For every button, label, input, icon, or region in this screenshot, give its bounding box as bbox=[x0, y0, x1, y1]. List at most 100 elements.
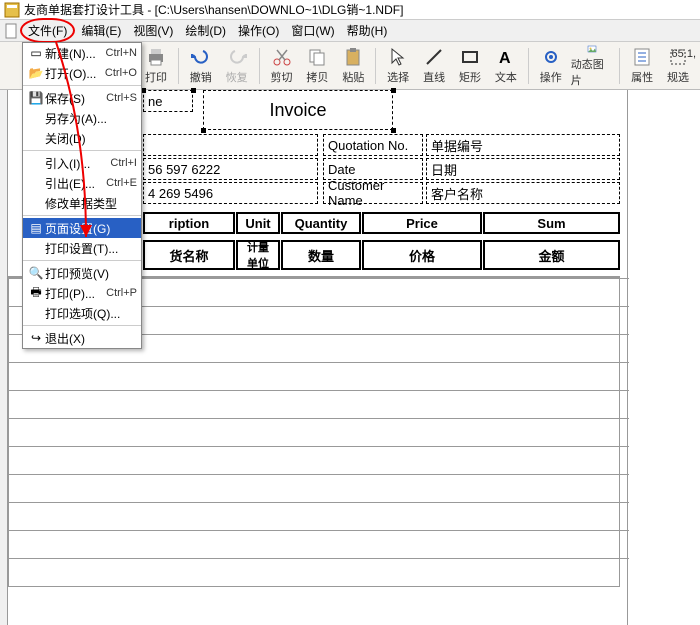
doc-icon bbox=[4, 23, 20, 39]
action-button[interactable]: 操作 bbox=[535, 44, 567, 88]
paste-icon bbox=[343, 47, 363, 67]
menu-edit[interactable]: 编辑(E) bbox=[75, 20, 127, 41]
open-icon: 📂 bbox=[27, 66, 45, 80]
col-unit-zh[interactable]: 计量单位 bbox=[236, 240, 280, 270]
menu-item[interactable]: 引入(I)...Ctrl+I bbox=[23, 153, 141, 173]
col-price-zh[interactable]: 价格 bbox=[362, 240, 482, 270]
col-price-en[interactable]: Price bbox=[362, 212, 482, 234]
cut-button[interactable]: 剪切 bbox=[266, 44, 298, 88]
save-icon: 💾 bbox=[27, 91, 45, 105]
undo-button[interactable]: 撤销 bbox=[185, 44, 217, 88]
menu-item[interactable]: 关闭(D) bbox=[23, 128, 141, 148]
menu-item[interactable]: 🔍打印预览(V) bbox=[23, 263, 141, 283]
menu-item[interactable]: ▤页面设置(G) bbox=[23, 218, 141, 238]
menu-item-label: 引入(I)... bbox=[45, 155, 110, 172]
quotation-no-zh[interactable]: 单据编号 bbox=[426, 134, 620, 156]
customer-zh[interactable]: 客户名称 bbox=[426, 182, 620, 204]
menu-window[interactable]: 窗口(W) bbox=[285, 20, 340, 41]
menu-item-shortcut: Ctrl+N bbox=[106, 47, 137, 59]
table-row[interactable] bbox=[9, 502, 629, 530]
table-row[interactable] bbox=[9, 474, 629, 502]
col-desc-zh[interactable]: 货名称 bbox=[143, 240, 235, 270]
table-row[interactable] bbox=[9, 418, 629, 446]
menu-item[interactable]: 另存为(A)... bbox=[23, 108, 141, 128]
col-sum-en[interactable]: Sum bbox=[483, 212, 620, 234]
col-qty-zh[interactable]: 数量 bbox=[281, 240, 361, 270]
phone1-field[interactable]: 56 597 6222 bbox=[143, 158, 318, 180]
dynimg-button[interactable]: 动态图片 bbox=[571, 44, 614, 88]
menu-item-label: 退出(X) bbox=[45, 330, 137, 347]
invoice-title[interactable]: Invoice bbox=[203, 90, 393, 130]
print-button[interactable]: 打印 bbox=[140, 44, 172, 88]
attr-button[interactable]: 属性 bbox=[626, 44, 658, 88]
blank-field[interactable] bbox=[143, 134, 318, 156]
table-row[interactable] bbox=[9, 390, 629, 418]
app-icon bbox=[4, 2, 20, 18]
menu-item-label: 修改单据类型 bbox=[45, 195, 137, 212]
properties-icon bbox=[632, 47, 652, 67]
copy-button[interactable]: 拷贝 bbox=[301, 44, 333, 88]
menu-item-shortcut: Ctrl+S bbox=[106, 92, 137, 104]
table-row[interactable] bbox=[9, 446, 629, 474]
menu-item-shortcut: Ctrl+E bbox=[106, 177, 137, 189]
menu-item-label: 打印设置(T)... bbox=[45, 240, 137, 257]
menu-action[interactable]: 操作(O) bbox=[232, 20, 285, 41]
rect-button[interactable]: 矩形 bbox=[454, 44, 486, 88]
quotation-no-label[interactable]: Quotation No. bbox=[323, 134, 423, 156]
menu-item-label: 另存为(A)... bbox=[45, 110, 137, 127]
col-sum-zh[interactable]: 金额 bbox=[483, 240, 620, 270]
menu-item[interactable]: 📂打开(O)...Ctrl+O bbox=[23, 63, 141, 83]
text-icon: A bbox=[496, 47, 516, 67]
col-unit-en[interactable]: Unit bbox=[236, 212, 280, 234]
menu-item[interactable]: 打印选项(Q)... bbox=[23, 303, 141, 323]
menu-draw[interactable]: 绘制(D) bbox=[179, 20, 232, 41]
line-button[interactable]: 直线 bbox=[418, 44, 450, 88]
menu-item-label: 打印(P)... bbox=[45, 285, 106, 302]
menu-file[interactable]: 文件(F) bbox=[20, 18, 75, 43]
date-zh[interactable]: 日期 bbox=[426, 158, 620, 180]
company-name-field[interactable]: ne bbox=[143, 90, 193, 112]
select-button[interactable]: 选择 bbox=[382, 44, 414, 88]
phone2-field[interactable]: 4 269 5496 bbox=[143, 182, 318, 204]
menu-item-label: 页面设置(G) bbox=[45, 220, 137, 237]
table-row[interactable] bbox=[9, 362, 629, 390]
svg-text:A: A bbox=[499, 50, 511, 67]
scissors-icon bbox=[272, 47, 292, 67]
table-row[interactable] bbox=[9, 530, 629, 558]
divider bbox=[375, 48, 376, 84]
exit-icon: ↪ bbox=[27, 331, 45, 345]
print-icon: 🖶 bbox=[27, 283, 45, 304]
menu-help[interactable]: 帮助(H) bbox=[341, 20, 394, 41]
title-bar: 友商单据套打设计工具 - [C:\Users\hansen\DOWNLO~1\D… bbox=[0, 0, 700, 20]
menu-item[interactable]: ↪退出(X) bbox=[23, 328, 141, 348]
menu-item[interactable]: 打印设置(T)... bbox=[23, 238, 141, 258]
preview-icon: 🔍 bbox=[27, 266, 45, 280]
customer-label[interactable]: Customer Name bbox=[323, 182, 423, 204]
menu-item[interactable]: 引出(E)...Ctrl+E bbox=[23, 173, 141, 193]
printer-icon bbox=[146, 47, 166, 67]
menu-item[interactable]: 🖶打印(P)...Ctrl+P bbox=[23, 283, 141, 303]
menu-item-label: 引出(E)... bbox=[45, 175, 106, 192]
line-icon bbox=[424, 47, 444, 67]
new-icon: ▭ bbox=[27, 46, 45, 60]
menu-item[interactable]: 修改单据类型 bbox=[23, 193, 141, 213]
divider bbox=[178, 48, 179, 84]
text-button[interactable]: A文本 bbox=[490, 44, 522, 88]
undo-icon bbox=[191, 47, 211, 67]
col-desc-en[interactable]: ription bbox=[143, 212, 235, 234]
menu-item-label: 打印选项(Q)... bbox=[45, 305, 137, 322]
coord-status: 65.1, bbox=[672, 48, 696, 60]
menu-item-label: 打开(O)... bbox=[45, 65, 105, 82]
menu-item[interactable]: 💾保存(S)Ctrl+S bbox=[23, 88, 141, 108]
table-row[interactable] bbox=[9, 558, 629, 586]
menu-bar[interactable]: 文件(F) 编辑(E) 视图(V) 绘制(D) 操作(O) 窗口(W) 帮助(H… bbox=[0, 20, 700, 42]
divider bbox=[619, 48, 620, 84]
paste-button[interactable]: 粘贴 bbox=[337, 44, 369, 88]
menu-view[interactable]: 视图(V) bbox=[127, 20, 179, 41]
menu-item[interactable]: ▭新建(N)...Ctrl+N bbox=[23, 43, 141, 63]
col-qty-en[interactable]: Quantity bbox=[281, 212, 361, 234]
menu-item-label: 关闭(D) bbox=[45, 130, 137, 147]
date-label[interactable]: Date bbox=[323, 158, 423, 180]
cursor-icon bbox=[388, 47, 408, 67]
rect-icon bbox=[460, 47, 480, 67]
